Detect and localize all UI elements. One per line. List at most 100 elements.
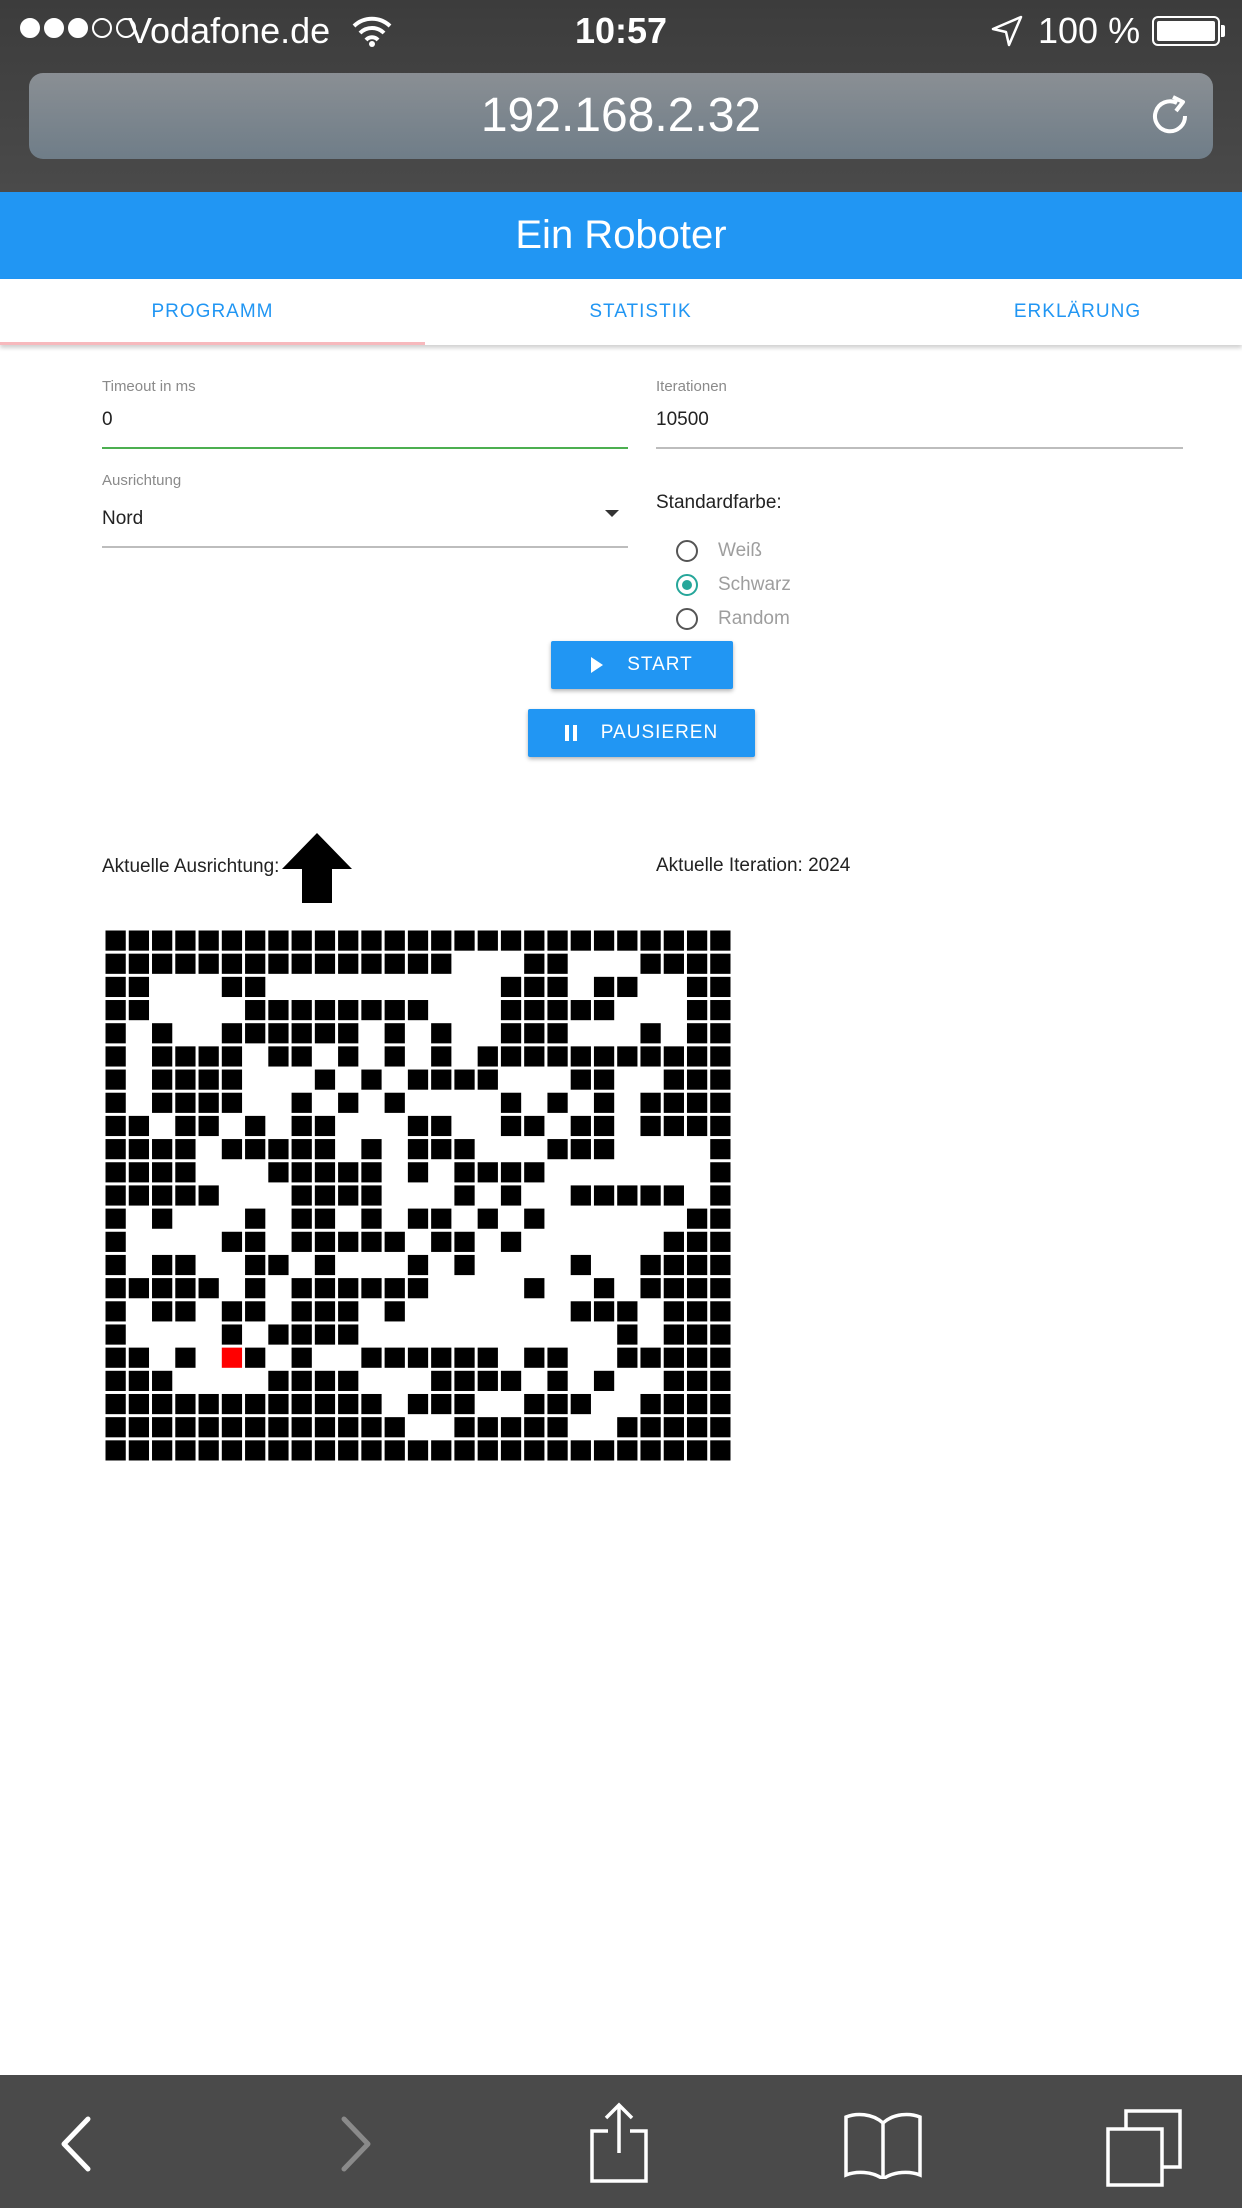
grid-cell bbox=[640, 1254, 661, 1276]
grid-cell bbox=[710, 1347, 731, 1368]
radio-schwarz-label[interactable]: Schwarz bbox=[718, 574, 791, 596]
grid-cell bbox=[384, 1440, 405, 1461]
grid-cell bbox=[105, 1139, 126, 1160]
grid-cell bbox=[291, 1440, 312, 1461]
grid-cell bbox=[221, 1069, 243, 1090]
grid-cell bbox=[245, 1139, 266, 1160]
grid-cell bbox=[570, 1000, 591, 1021]
radio-random[interactable] bbox=[676, 608, 698, 630]
grid-cell bbox=[663, 1185, 684, 1206]
timeout-input[interactable]: 0 bbox=[102, 409, 113, 431]
grid-cell bbox=[245, 1393, 266, 1415]
grid-cell bbox=[431, 1046, 452, 1067]
grid-cell bbox=[384, 1301, 405, 1322]
grid-cell bbox=[245, 1115, 266, 1137]
grid-cell bbox=[663, 1393, 684, 1415]
grid-cell bbox=[686, 1046, 708, 1067]
grid-cell bbox=[361, 1440, 382, 1461]
grid-cell bbox=[361, 1417, 382, 1438]
grid-cell bbox=[198, 953, 219, 974]
grid-cell bbox=[128, 1185, 150, 1206]
grid-cell bbox=[314, 1000, 336, 1021]
grid-cell bbox=[710, 976, 731, 998]
grid-cell bbox=[663, 1440, 684, 1461]
reload-icon[interactable] bbox=[1147, 93, 1193, 139]
radio-weiss[interactable] bbox=[676, 540, 698, 562]
tab-erklaerung[interactable]: ERKLÄRUNG bbox=[865, 279, 1242, 345]
grid-cell bbox=[361, 953, 382, 974]
grid-cell bbox=[175, 1301, 196, 1322]
grid-cell bbox=[431, 1370, 452, 1391]
grid-cell bbox=[663, 1417, 684, 1438]
grid-cell bbox=[245, 1440, 266, 1461]
grid-cell bbox=[454, 1231, 475, 1252]
grid-cell bbox=[663, 953, 684, 974]
grid-cell bbox=[547, 930, 568, 951]
grid-cell bbox=[105, 930, 126, 951]
grid-cell bbox=[593, 1440, 615, 1461]
grid-cell bbox=[338, 1393, 359, 1415]
orientation-select[interactable]: Nord bbox=[102, 508, 143, 530]
grid-cell bbox=[245, 1231, 266, 1252]
grid-cell bbox=[152, 1185, 173, 1206]
orientation-label: Ausrichtung bbox=[102, 472, 182, 489]
grid-cell bbox=[710, 1023, 731, 1044]
grid-cell bbox=[454, 1370, 475, 1391]
grid-cell bbox=[431, 1393, 452, 1415]
grid-cell bbox=[105, 1092, 126, 1113]
iterations-input[interactable]: 10500 bbox=[656, 409, 709, 431]
grid-cell bbox=[175, 1139, 196, 1160]
grid-cell bbox=[152, 930, 173, 951]
grid-cell bbox=[617, 930, 638, 951]
grid-cell bbox=[221, 1301, 243, 1322]
grid-cell bbox=[361, 1278, 382, 1299]
dropdown-caret-icon[interactable] bbox=[605, 510, 619, 517]
grid-cell bbox=[198, 1417, 219, 1438]
grid-cell bbox=[338, 1046, 359, 1067]
address-bar[interactable]: 192.168.2.32 bbox=[29, 73, 1213, 159]
grid-cell bbox=[105, 1254, 126, 1276]
grid-cell bbox=[454, 1347, 475, 1368]
grid-cell bbox=[524, 1417, 545, 1438]
grid-cell bbox=[245, 930, 266, 951]
grid-cell bbox=[268, 1046, 289, 1067]
radio-schwarz[interactable] bbox=[676, 574, 698, 596]
grid-cell bbox=[524, 1393, 545, 1415]
radio-random-label[interactable]: Random bbox=[718, 608, 790, 630]
url-text[interactable]: 192.168.2.32 bbox=[29, 73, 1213, 159]
grid-cell bbox=[105, 1000, 126, 1021]
grid-cell bbox=[710, 1139, 731, 1160]
radio-weiss-label[interactable]: Weiß bbox=[718, 540, 762, 562]
grid-cell bbox=[314, 1324, 336, 1345]
grid-cell bbox=[524, 1115, 545, 1137]
start-button[interactable]: START bbox=[551, 641, 733, 689]
grid-cell bbox=[221, 1417, 243, 1438]
grid-cell bbox=[407, 1208, 429, 1229]
grid-cell bbox=[152, 1162, 173, 1183]
grid-cell bbox=[268, 1370, 289, 1391]
share-icon[interactable] bbox=[584, 2101, 654, 2185]
grid-cell bbox=[128, 1417, 150, 1438]
forward-icon[interactable] bbox=[318, 2109, 388, 2179]
pause-button[interactable]: PAUSIEREN bbox=[528, 709, 755, 757]
grid-cell bbox=[291, 1115, 312, 1137]
grid-cell bbox=[710, 1440, 731, 1461]
tabs-icon[interactable] bbox=[1106, 2109, 1182, 2187]
grid-cell bbox=[152, 1046, 173, 1067]
grid-cell bbox=[663, 1115, 684, 1137]
grid-cell bbox=[245, 1023, 266, 1044]
bookmarks-icon[interactable] bbox=[842, 2109, 924, 2179]
grid-cell bbox=[152, 1370, 173, 1391]
grid-cell bbox=[710, 1046, 731, 1067]
grid-cell bbox=[710, 1185, 731, 1206]
grid-cell bbox=[454, 1440, 475, 1461]
back-icon[interactable] bbox=[44, 2109, 114, 2179]
tab-statistik[interactable]: STATISTIK bbox=[428, 279, 853, 345]
grid-cell bbox=[710, 1000, 731, 1021]
grid-cell bbox=[105, 1324, 126, 1345]
grid-cell bbox=[198, 1092, 219, 1113]
grid-cell bbox=[454, 1417, 475, 1438]
grid-cell bbox=[221, 1440, 243, 1461]
grid-cell bbox=[221, 1139, 243, 1160]
tab-programm[interactable]: PROGRAMM bbox=[0, 279, 425, 345]
